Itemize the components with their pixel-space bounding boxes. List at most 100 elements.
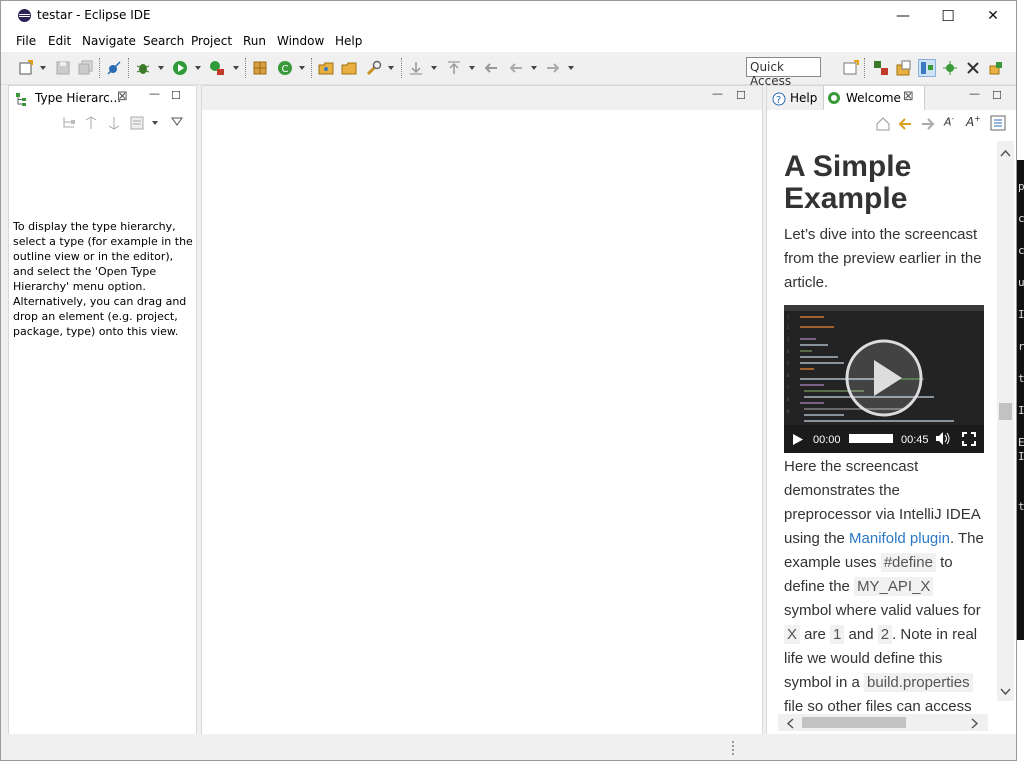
maximize-editor-icon[interactable]: ☐ [736,89,746,102]
save-all-icon[interactable] [78,60,94,76]
search-icon[interactable] [366,60,382,76]
code-x: X [784,625,801,644]
menu-file[interactable]: File [16,34,36,48]
tab-help[interactable]: Help [790,91,817,105]
show-supertype-hierarchy-icon[interactable] [83,115,99,131]
previous-annotation-icon[interactable] [446,60,462,76]
open-type-icon[interactable] [318,60,334,76]
last-edit-location-icon[interactable] [483,60,499,76]
video-seek-bar[interactable] [849,434,893,443]
debug-perspective-icon[interactable] [873,60,889,76]
status-bar [1,734,1016,760]
external-tools-dropdown-icon[interactable] [233,66,239,70]
text-run: symbol where valid values for [784,602,981,619]
volume-icon[interactable] [935,431,951,446]
menu-navigate[interactable]: Navigate [82,34,136,48]
article-heading: A Simple Example [784,151,912,215]
debug-icon[interactable] [135,60,151,76]
team-synchronizing-icon[interactable] [988,60,1004,76]
forward-nav-icon[interactable] [920,116,936,132]
scroll-left-icon[interactable] [786,718,794,729]
show-in-contents-icon[interactable] [990,115,1006,131]
history-icon[interactable] [129,115,145,131]
tab-welcome[interactable]: Welcome [846,91,901,105]
menu-search[interactable]: Search [143,34,184,48]
previous-annotation-dropdown-icon[interactable] [469,66,475,70]
new-file-icon[interactable] [18,60,34,76]
next-annotation-dropdown-icon[interactable] [431,66,437,70]
close-button[interactable]: ✕ [970,1,1016,31]
view-menu-icon[interactable] [171,117,183,127]
menu-window[interactable]: Window [277,34,324,48]
menu-run[interactable]: Run [243,34,266,48]
debug-dropdown-icon[interactable] [158,66,164,70]
java-perspective-icon[interactable] [918,59,936,77]
back-nav-icon[interactable] [897,116,913,132]
title-bar[interactable]: testar - Eclipse IDE — ☐ ✕ [1,1,1016,31]
welcome-vertical-scrollbar[interactable] [997,141,1014,701]
maximize-button[interactable]: ☐ [925,1,971,31]
type-hierarchy-tab-label[interactable]: Type Hierarc... [35,91,121,105]
toolbar-separator [311,58,313,78]
close-tab-icon[interactable]: ⊠ [117,89,128,104]
search-dropdown-icon[interactable] [388,66,394,70]
welcome-horizontal-scrollbar[interactable] [778,714,988,731]
text-run: are [800,626,831,643]
xml-perspective-icon[interactable] [965,60,981,76]
minimize-view-icon[interactable]: — [149,87,160,100]
home-icon[interactable] [875,116,891,132]
maximize-right-view-icon[interactable]: ☐ [992,89,1002,102]
new-dropdown-icon[interactable] [40,66,46,70]
save-icon[interactable] [55,60,71,76]
reduce-font-icon[interactable]: A- [944,115,954,129]
minimize-editor-icon[interactable]: — [712,87,723,100]
terminal-char: c [1018,244,1024,257]
toolbar-separator [401,58,403,78]
skip-breakpoints-icon[interactable] [106,60,122,76]
increase-font-icon[interactable]: A+ [966,114,981,129]
forward-dropdown-icon[interactable] [568,66,574,70]
maximize-view-icon[interactable]: ☐ [171,89,181,102]
run-dropdown-icon[interactable] [195,66,201,70]
svg-text:C: C [282,64,289,75]
open-perspective-icon[interactable] [843,60,859,76]
close-welcome-tab-icon[interactable]: ⊠ [903,89,914,104]
scroll-right-icon[interactable] [971,718,979,729]
back-icon[interactable] [508,60,524,76]
toolbar-separator [864,58,866,78]
scroll-thumb[interactable] [999,403,1012,420]
type-hierarchy-view: Type Hierarc... ⊠ — ☐ To display the typ… [8,85,197,735]
main-toolbar: C [1,52,1016,85]
minimize-button[interactable]: — [880,1,926,31]
manifold-plugin-link[interactable]: Manifold plugin [849,530,950,547]
menu-help[interactable]: Help [335,34,362,48]
forward-icon[interactable] [545,60,561,76]
play-icon[interactable] [792,433,804,446]
open-task-icon[interactable] [341,60,357,76]
video-player[interactable]: 123456789 00:00 00:45 [784,305,984,453]
horizontal-scroll-thumb[interactable] [802,717,906,728]
new-class-dropdown-icon[interactable] [299,66,305,70]
new-java-package-icon[interactable] [252,60,268,76]
show-type-hierarchy-icon[interactable] [61,115,77,131]
next-annotation-icon[interactable] [408,60,424,76]
menu-edit[interactable]: Edit [48,34,71,48]
scroll-down-icon[interactable] [1000,688,1011,696]
new-java-class-icon[interactable]: C [277,60,293,76]
quick-access-input[interactable]: Quick Access [746,57,821,88]
fullscreen-icon[interactable] [962,432,976,446]
external-tools-icon[interactable] [209,60,225,76]
menu-project[interactable]: Project [191,34,232,48]
play-overlay-icon[interactable] [844,338,924,418]
show-subtype-hierarchy-icon[interactable] [106,115,122,131]
run-icon[interactable] [172,60,188,76]
minimize-right-view-icon[interactable]: — [969,87,980,100]
history-dropdown-icon[interactable] [152,121,158,125]
back-dropdown-icon[interactable] [531,66,537,70]
eclipse-window: testar - Eclipse IDE — ☐ ✕ File Edit Nav… [0,0,1017,761]
scroll-up-icon[interactable] [1000,149,1011,157]
type-hierarchy-message: To display the type hierarchy, select a … [13,220,193,338]
java-ee-perspective-icon[interactable] [896,60,912,76]
plugin-development-icon[interactable] [942,60,958,76]
status-bar-handle[interactable] [732,741,736,755]
